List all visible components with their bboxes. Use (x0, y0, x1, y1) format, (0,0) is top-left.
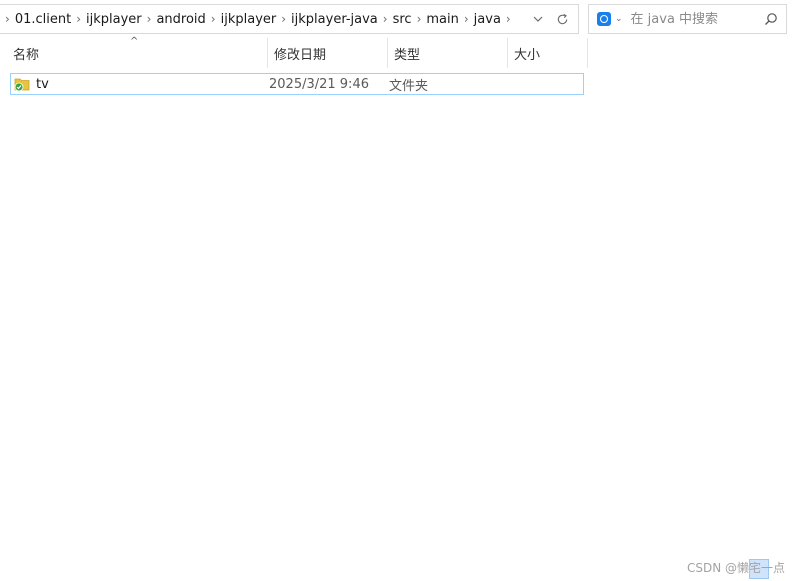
chevron-right-icon[interactable]: › (206, 12, 221, 26)
breadcrumb-item[interactable]: src (393, 12, 412, 27)
column-header-name[interactable]: ^ 名称 (0, 36, 268, 68)
caret-down-icon[interactable]: ⌄ (615, 14, 623, 24)
chevron-down-icon (533, 16, 543, 22)
column-header-label: 名称 (13, 47, 40, 63)
chevron-right-icon[interactable]: › (0, 12, 15, 26)
column-header-label: 大小 (514, 47, 541, 63)
search-provider-icon[interactable] (597, 12, 611, 26)
chevron-right-icon[interactable]: › (378, 12, 393, 26)
search-icon[interactable] (764, 12, 778, 26)
chevron-right-icon[interactable]: › (501, 12, 516, 26)
breadcrumb-item[interactable]: main (426, 12, 458, 27)
breadcrumb: › 01.client › ijkplayer › android › ijkp… (0, 12, 526, 27)
sort-ascending-icon: ^ (130, 36, 139, 47)
column-header-label: 类型 (394, 47, 421, 63)
folder-sync-icon (14, 78, 30, 92)
chevron-right-icon[interactable]: › (71, 12, 86, 26)
address-history-dropdown[interactable] (526, 16, 550, 22)
breadcrumb-item[interactable]: 01.client (15, 12, 71, 27)
refresh-button[interactable] (550, 13, 574, 26)
chevron-right-icon[interactable]: › (142, 12, 157, 26)
file-type: 文件夹 (389, 78, 429, 94)
file-name-cell: tv (11, 76, 269, 92)
breadcrumb-item[interactable]: android (156, 12, 205, 27)
chevron-right-icon[interactable]: › (459, 12, 474, 26)
column-header-type[interactable]: 类型 (388, 38, 508, 68)
search-box[interactable]: ⌄ (588, 4, 787, 34)
breadcrumb-item[interactable]: ijkplayer (221, 12, 277, 27)
chevron-right-icon[interactable]: › (412, 12, 427, 26)
refresh-icon (557, 13, 567, 24)
breadcrumb-item[interactable]: ijkplayer-java (291, 12, 378, 27)
breadcrumb-item[interactable]: ijkplayer (86, 12, 142, 27)
column-header-row: ^ 名称 修改日期 类型 大小 (0, 36, 588, 68)
file-modified: 2025/3/21 9:46 (269, 76, 369, 92)
file-row[interactable]: tv 2025/3/21 9:46 文件夹 (10, 73, 584, 95)
watermark: CSDN @懒宅一点 (686, 561, 785, 575)
file-name: tv (36, 76, 49, 92)
column-header-date[interactable]: 修改日期 (268, 38, 388, 68)
column-header-label: 修改日期 (274, 47, 327, 63)
search-input[interactable] (628, 10, 764, 28)
breadcrumb-item[interactable]: java (474, 12, 501, 27)
address-bar[interactable]: › 01.client › ijkplayer › android › ijkp… (0, 4, 579, 34)
chevron-right-icon[interactable]: › (276, 12, 291, 26)
column-header-size[interactable]: 大小 (508, 38, 588, 68)
